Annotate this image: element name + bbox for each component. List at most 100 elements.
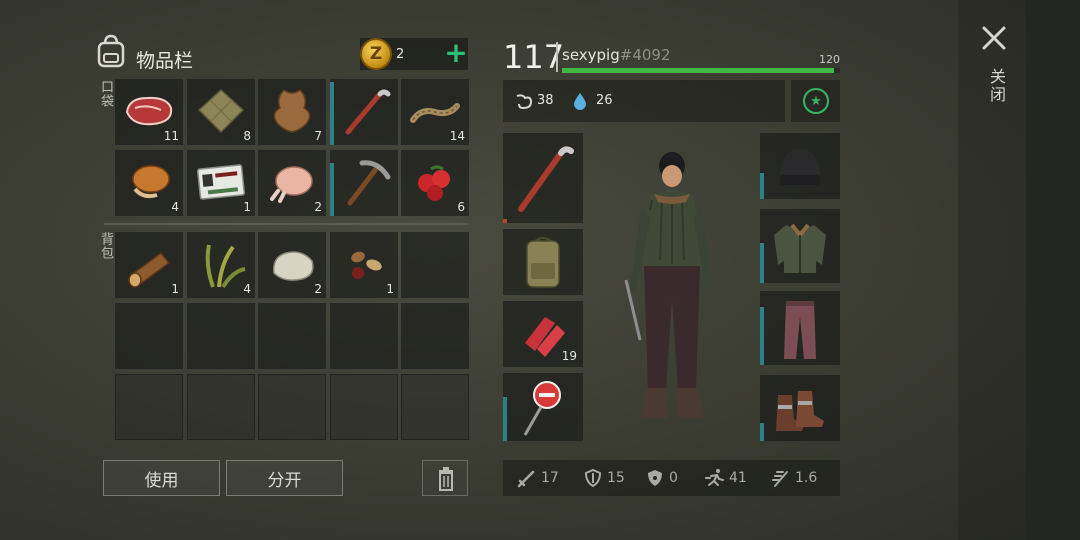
- pocket-slot[interactable]: 4: [115, 150, 183, 216]
- coin-count: 2: [396, 47, 405, 62]
- seeds-icon: [351, 251, 382, 279]
- equip-slot-body[interactable]: [760, 209, 840, 283]
- backpack-slot[interactable]: 4: [187, 232, 255, 298]
- backpack-slot[interactable]: [401, 303, 469, 369]
- stomach-icon: [516, 94, 533, 110]
- backpack-slot[interactable]: [258, 303, 326, 369]
- jacket-icon: [774, 223, 826, 273]
- section-divider: [104, 223, 468, 225]
- health-bar: [562, 68, 840, 73]
- cooked-chicken-icon: [132, 165, 170, 199]
- item-count: 6: [457, 200, 465, 214]
- backpack-slot[interactable]: [115, 303, 183, 369]
- health-bar-fill: [562, 68, 835, 73]
- backpack-slot[interactable]: [187, 303, 255, 369]
- attack-speed-icon: [772, 471, 788, 487]
- animal-hide-icon: [273, 89, 311, 133]
- trash-icon: [439, 467, 453, 491]
- header-separator: [556, 42, 558, 72]
- backpack-slot-locked[interactable]: [258, 374, 326, 440]
- backpack-slot-locked[interactable]: [330, 374, 398, 440]
- wood-log-icon: [128, 251, 171, 288]
- backpack-slot[interactable]: 1: [330, 232, 398, 298]
- equip-slot-head[interactable]: [760, 133, 840, 199]
- pocket-slot[interactable]: [330, 150, 398, 216]
- beanie-icon: [780, 149, 820, 185]
- stop-sign-weapon-icon: [523, 381, 561, 436]
- screen-edge: [1026, 0, 1080, 540]
- item-count: 19: [561, 349, 577, 363]
- backpack-slot-locked[interactable]: [401, 374, 469, 440]
- sword-icon: [517, 470, 535, 488]
- equip-slot-feet[interactable]: [760, 375, 840, 441]
- pickaxe-icon: [347, 160, 391, 206]
- item-count: 1: [243, 200, 251, 214]
- item-count: 11: [163, 129, 179, 143]
- player-name: sexypig#4092: [562, 46, 671, 64]
- star-icon: ★: [803, 88, 829, 114]
- player-level: 117: [503, 38, 565, 76]
- player-tag: #4092: [619, 46, 671, 64]
- item-count: 4: [171, 200, 179, 214]
- item-count: 1: [386, 282, 394, 296]
- backpack-slot[interactable]: [330, 303, 398, 369]
- close-icon[interactable]: [976, 22, 1012, 58]
- pocket-slot[interactable]: 11: [115, 79, 183, 145]
- item-count: 7: [314, 129, 322, 143]
- durability-bar: [760, 423, 764, 441]
- coin-balance: Z 2 +: [360, 38, 468, 70]
- pockets-label: 口袋: [98, 80, 113, 108]
- backpack-icon: [97, 34, 125, 68]
- perks-button[interactable]: ★: [791, 80, 840, 122]
- berries-icon: [418, 165, 450, 201]
- backpack-slot[interactable]: 1: [115, 232, 183, 298]
- durability-bar: [760, 243, 764, 283]
- pocket-slot[interactable]: 7: [258, 79, 326, 145]
- backpack-slot-locked[interactable]: [115, 374, 183, 440]
- health-max: 120: [819, 53, 840, 66]
- backpack-slot[interactable]: [401, 232, 469, 298]
- backpack-slot[interactable]: 2: [258, 232, 326, 298]
- backpack-slot-locked[interactable]: [187, 374, 255, 440]
- durability-bar: [330, 82, 334, 145]
- split-button[interactable]: 分开: [226, 460, 343, 496]
- inventory-title: 物品栏: [136, 50, 194, 72]
- durability-bar: [503, 219, 507, 223]
- running-icon: [705, 469, 724, 486]
- pocket-slot[interactable]: 8: [187, 79, 255, 145]
- equip-slot-weapon[interactable]: [503, 133, 583, 223]
- radiation-stat: 0: [645, 468, 678, 488]
- radiation-shield-icon: [648, 470, 662, 486]
- pocket-slot[interactable]: 1: [187, 150, 255, 216]
- water-drop-icon: [574, 93, 586, 110]
- pocket-slot[interactable]: 6: [401, 150, 469, 216]
- crowbar-icon: [518, 146, 574, 212]
- backpack-icon: [526, 237, 560, 288]
- close-label[interactable]: 关闭: [984, 68, 1008, 104]
- military-id-card-icon: [197, 164, 245, 200]
- speed-stat: 41: [705, 468, 747, 488]
- use-button[interactable]: 使用: [103, 460, 220, 496]
- pocket-slot[interactable]: [330, 79, 398, 145]
- equip-slot-consumable[interactable]: 19: [503, 301, 583, 367]
- shield-icon: [584, 468, 602, 488]
- armor-stat: 15: [583, 468, 625, 488]
- pocket-slot[interactable]: 14: [401, 79, 469, 145]
- equip-slot-legs[interactable]: [760, 291, 840, 365]
- player-character: [624, 152, 712, 418]
- thirst-value: 26: [596, 93, 613, 108]
- crowbar-icon: [345, 89, 391, 135]
- add-coins-button[interactable]: +: [444, 38, 468, 70]
- coin-icon: Z: [360, 38, 392, 70]
- survival-status: 38 26: [503, 80, 785, 122]
- equip-slot-melee[interactable]: [503, 373, 583, 441]
- cloth-icon: [197, 88, 245, 134]
- trash-button[interactable]: [422, 460, 468, 496]
- equip-slot-backpack[interactable]: [503, 229, 583, 295]
- durability-bar: [760, 307, 764, 365]
- pocket-slot[interactable]: 2: [258, 150, 326, 216]
- pants-icon: [784, 301, 816, 359]
- durability-bar: [760, 173, 764, 199]
- damage-stat: 17: [517, 468, 559, 488]
- raw-chicken-icon: [270, 166, 313, 203]
